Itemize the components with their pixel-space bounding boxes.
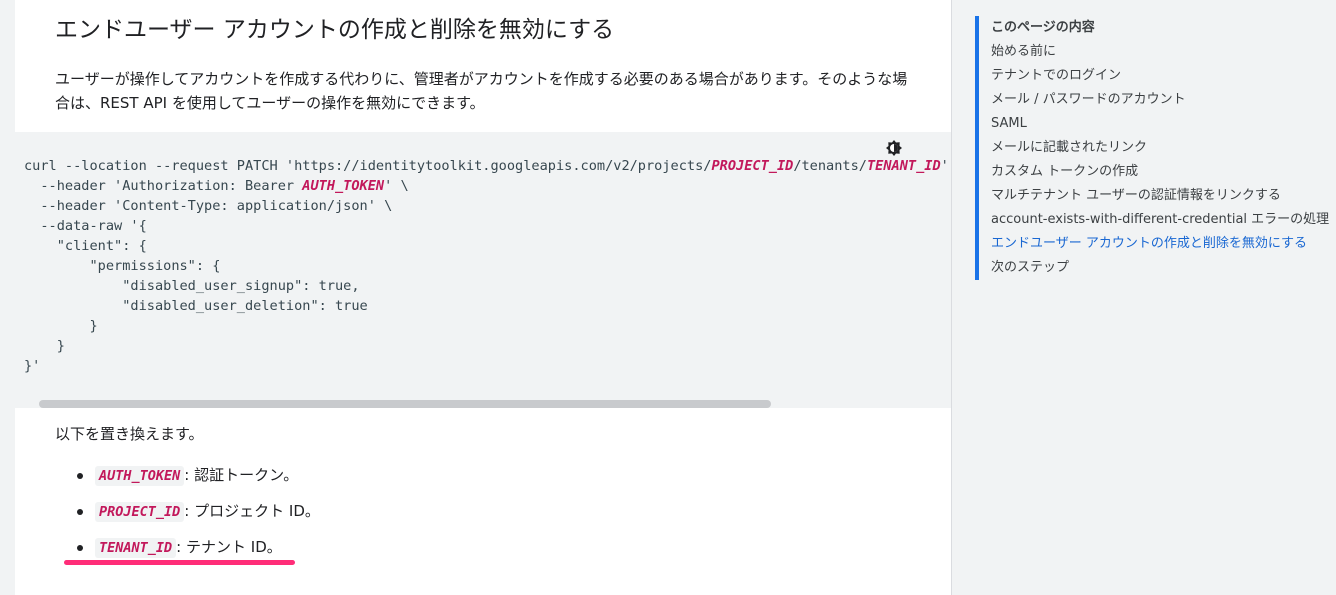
code-line-3: --header 'Content-Type: application/json… bbox=[24, 198, 393, 214]
code-line-2: --header 'Authorization: Bearer AUTH_TOK… bbox=[24, 178, 409, 194]
toc-item-saml[interactable]: SAML bbox=[991, 112, 1329, 136]
code-line-6: "permissions": { bbox=[24, 258, 221, 274]
code-line-9: } bbox=[24, 318, 98, 334]
list-item: PROJECT_ID: プロジェクト ID。 bbox=[55, 494, 320, 530]
param-name: TENANT_ID bbox=[95, 538, 177, 558]
code-snippet[interactable]: curl --location --request PATCH 'https:/… bbox=[24, 156, 951, 376]
code-block: curl --location --request PATCH 'https:/… bbox=[15, 132, 951, 408]
param-desc: 認証トークン。 bbox=[194, 466, 299, 484]
code-line-5: "client": { bbox=[24, 238, 147, 254]
code-line-10: } bbox=[24, 338, 65, 354]
list-item: AUTH_TOKEN: 認証トークン。 bbox=[55, 458, 320, 494]
toc-item-before-you-begin[interactable]: 始める前に bbox=[991, 40, 1329, 64]
param-desc: テナント ID。 bbox=[186, 538, 282, 556]
right-sidebar: このページの内容 始める前に テナントでのログイン メール / パスワードのアカ… bbox=[952, 0, 1336, 595]
param-separator: : bbox=[176, 538, 182, 556]
toc-item-next-steps[interactable]: 次のステップ bbox=[991, 256, 1329, 280]
bullet-icon bbox=[77, 545, 83, 551]
param-list: AUTH_TOKEN: 認証トークン。 PROJECT_ID: プロジェクト I… bbox=[55, 458, 320, 566]
code-var-auth-token: AUTH_TOKEN bbox=[302, 178, 385, 194]
toc-item-custom-token[interactable]: カスタム トークンの作成 bbox=[991, 160, 1329, 184]
table-of-contents: このページの内容 始める前に テナントでのログイン メール / パスワードのアカ… bbox=[975, 16, 1329, 280]
code-line-7: "disabled_user_signup": true, bbox=[24, 278, 360, 294]
brightness-icon[interactable] bbox=[886, 140, 902, 156]
toc-item-disable-user-actions[interactable]: エンドユーザー アカウントの作成と削除を無効にする bbox=[991, 232, 1329, 256]
bullet-icon bbox=[77, 473, 83, 479]
code-var-project-id: PROJECT_ID bbox=[711, 158, 794, 174]
replace-label: 以下を置き換えます。 bbox=[55, 425, 204, 443]
toc-item-email-password[interactable]: メール / パスワードのアカウント bbox=[991, 88, 1329, 112]
toc-item-account-exists-error[interactable]: account-exists-with-different-credential… bbox=[991, 208, 1329, 232]
toc-title: このページの内容 bbox=[991, 20, 1095, 35]
left-gutter bbox=[0, 0, 15, 595]
code-var-tenant-id: TENANT_ID bbox=[866, 158, 941, 174]
toc-item-link-credentials[interactable]: マルチテナント ユーザーの認証情報をリンクする bbox=[991, 184, 1329, 208]
param-name: PROJECT_ID bbox=[95, 502, 185, 522]
param-separator: : bbox=[184, 502, 190, 520]
code-line-11: }' bbox=[24, 358, 41, 374]
code-line-1: curl --location --request PATCH 'https:/… bbox=[24, 158, 949, 174]
param-name: AUTH_TOKEN bbox=[95, 466, 185, 486]
code-line-4: --data-raw '{ bbox=[24, 218, 147, 234]
param-desc: プロジェクト ID。 bbox=[194, 502, 320, 520]
intro-paragraph: ユーザーが操作してアカウントを作成する代わりに、管理者がアカウントを作成する必要… bbox=[55, 70, 908, 112]
bullet-icon bbox=[77, 509, 83, 515]
code-line-8: "disabled_user_deletion": true bbox=[24, 298, 368, 314]
main-content: エンドユーザー アカウントの作成と削除を無効にする ユーザーが操作してアカウント… bbox=[15, 0, 952, 595]
param-separator: : bbox=[184, 466, 190, 484]
highlight-underline bbox=[64, 560, 295, 565]
code-horizontal-scrollbar[interactable] bbox=[39, 400, 771, 408]
toc-item-tenant-signin[interactable]: テナントでのログイン bbox=[991, 64, 1329, 88]
toc-item-email-link[interactable]: メールに記載されたリンク bbox=[991, 136, 1329, 160]
page-heading: エンドユーザー アカウントの作成と削除を無効にする bbox=[55, 17, 615, 43]
